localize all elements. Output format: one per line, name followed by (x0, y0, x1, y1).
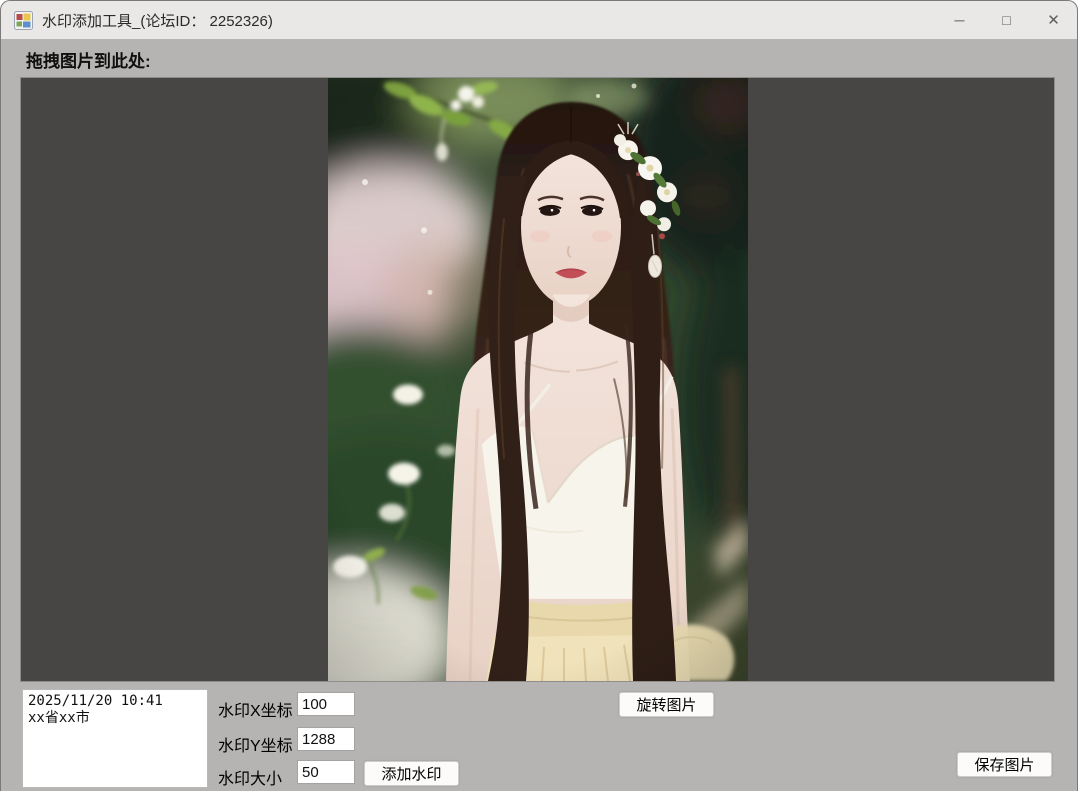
maximize-icon: □ (1002, 12, 1010, 28)
rotate-image-button[interactable]: 旋转图片 (619, 692, 714, 717)
titlebar: 水印添加工具_(论坛ID： 2252326) ─ □ ✕ (1, 1, 1077, 39)
watermark-size-label: 水印大小 (218, 765, 282, 789)
window-title: 水印添加工具_(论坛ID： 2252326) (42, 10, 273, 31)
add-watermark-button[interactable]: 添加水印 (364, 761, 459, 786)
app-icon (14, 11, 33, 30)
image-canvas[interactable] (20, 77, 1055, 682)
watermark-x-input[interactable] (297, 692, 355, 716)
drop-zone-label: 拖拽图片到此处: (26, 47, 151, 72)
minimize-button[interactable]: ─ (936, 1, 983, 39)
close-icon: ✕ (1047, 11, 1060, 29)
watermark-x-label: 水印X坐标 (218, 697, 293, 721)
maximize-button[interactable]: □ (983, 1, 1030, 39)
watermark-text-input[interactable]: 2025/11/20 10:41 xx省xx市 (22, 689, 208, 788)
watermark-y-label: 水印Y坐标 (218, 732, 293, 756)
window-controls: ─ □ ✕ (936, 1, 1077, 39)
watermark-size-input[interactable] (297, 760, 355, 784)
close-button[interactable]: ✕ (1030, 1, 1077, 39)
app-window: 水印添加工具_(论坛ID： 2252326) ─ □ ✕ 拖拽图片到此处: (0, 0, 1078, 791)
portrait-photo (328, 78, 748, 681)
save-image-button[interactable]: 保存图片 (957, 752, 1052, 777)
watermark-y-input[interactable] (297, 727, 355, 751)
minimize-icon: ─ (955, 12, 965, 28)
